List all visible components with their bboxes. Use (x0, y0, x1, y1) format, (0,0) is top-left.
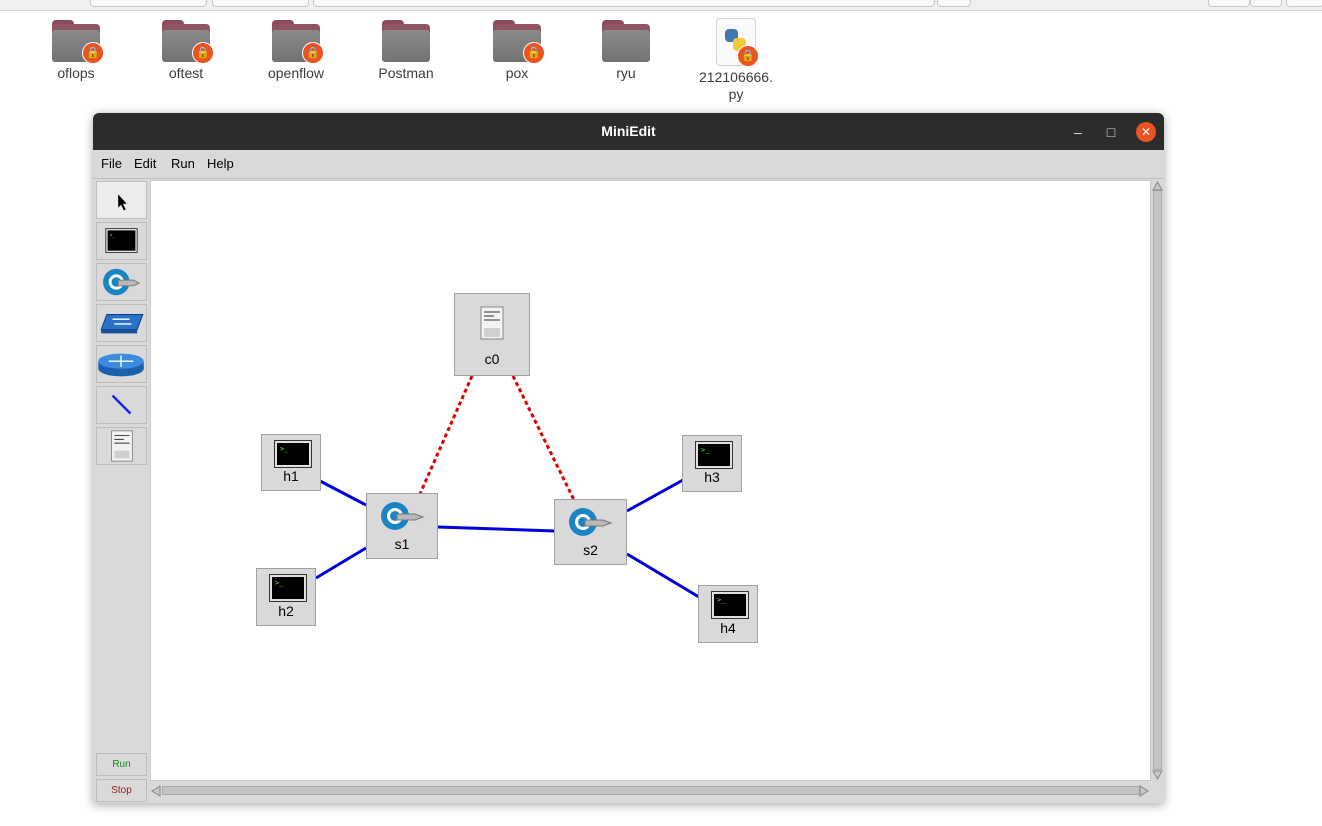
controller-node-c0[interactable]: c0 (454, 293, 530, 376)
node-label: h4 (720, 620, 736, 636)
link-s2-h4[interactable] (626, 552, 700, 599)
link-h1-s1[interactable] (319, 479, 367, 507)
node-label: s1 (394, 536, 410, 552)
host-node-h3[interactable]: >_ h3 (682, 435, 742, 492)
controller-link-c0-s1[interactable] (418, 375, 474, 495)
link-h2-s1[interactable] (315, 546, 367, 580)
node-label: h3 (704, 469, 720, 485)
switch-node-s1[interactable]: s1 (366, 493, 438, 559)
node-label: h2 (278, 603, 294, 619)
switch-node-s2[interactable]: s2 (554, 499, 627, 565)
node-label: s2 (583, 542, 598, 558)
topology-links (315, 375, 700, 599)
host-node-h2[interactable]: >_ h2 (256, 568, 316, 626)
openflow-switch-icon (569, 508, 613, 536)
controller-icon (480, 306, 504, 340)
controller-link-c0-s2[interactable] (511, 375, 576, 501)
terminal-icon: >_ (695, 441, 733, 469)
node-label: h1 (283, 468, 299, 484)
host-node-h1[interactable]: >_ h1 (261, 434, 321, 491)
link-s1-s2[interactable] (437, 525, 556, 533)
terminal-icon: >_ (274, 440, 312, 468)
node-label: c0 (484, 351, 500, 367)
host-node-h4[interactable]: >_ h4 (698, 585, 758, 643)
terminal-icon: >_ (269, 574, 307, 602)
link-s2-h3[interactable] (626, 478, 684, 513)
openflow-switch-icon (381, 502, 425, 530)
terminal-icon: >_ (711, 591, 749, 619)
